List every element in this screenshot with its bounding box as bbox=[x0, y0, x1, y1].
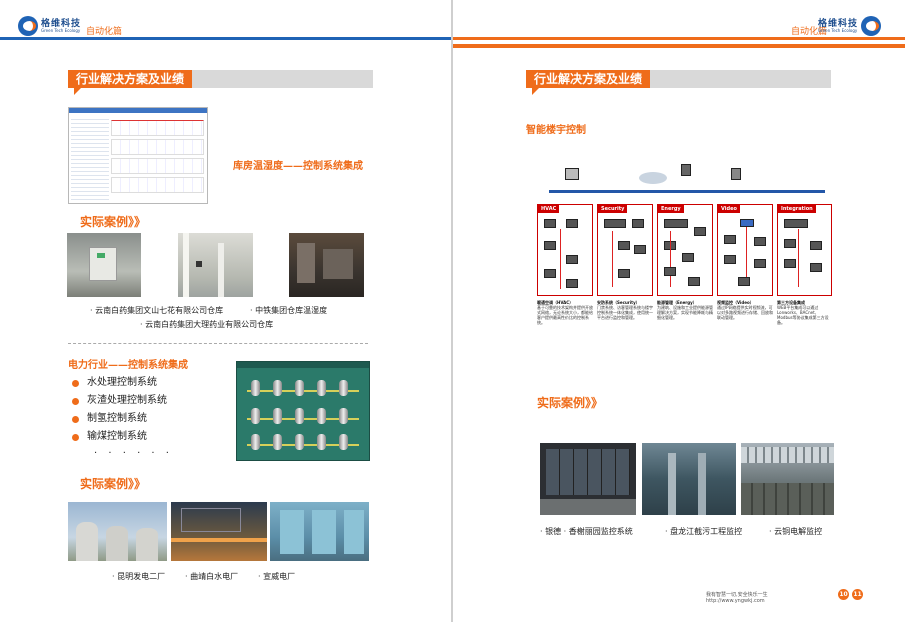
list-item: 制氢控制系统 bbox=[72, 410, 167, 428]
list-item: 输煤控制系统 bbox=[72, 428, 167, 446]
brand-logo-icon-right bbox=[861, 16, 882, 36]
hvac-module: HVAC bbox=[537, 204, 593, 296]
right-page: 自动化篇 格维科技 Green Tech Ecology 行业解决方案及业绩 智… bbox=[453, 0, 905, 622]
power-heading: 电力行业——控制系统集成 bbox=[68, 360, 188, 371]
building-network-diagram: HVAC Security Energy Video Integration 暖… bbox=[537, 158, 832, 343]
case-title-building: 实际案例》》 bbox=[537, 396, 604, 410]
warehouse-heading: 库房温湿度——控制系统集成 bbox=[233, 161, 363, 172]
power-plant-photo-2 bbox=[171, 502, 267, 561]
header-orange-rule-top bbox=[453, 37, 905, 40]
building-heading: 智能楼宇控制 bbox=[526, 125, 586, 136]
case-caption-2: · 盘龙江截污工程监控 bbox=[665, 527, 743, 536]
section-title-right: 行业解决方案及业绩 bbox=[526, 70, 651, 95]
energy-description: 能源管理（Energy） 为建筑、设施和工业提供能源管理解决方案，实现节能降耗与精… bbox=[657, 300, 713, 320]
header-orange-rule bbox=[453, 44, 905, 48]
network-backbone-line bbox=[549, 190, 825, 193]
integration-description: 第三方设备集成 WEB平台集成可以通过Lonworks、BACnet、Modbus… bbox=[777, 300, 829, 325]
warehouse-photo-1 bbox=[67, 233, 141, 297]
case-photo-copper-electrolysis bbox=[741, 443, 834, 515]
warehouse-photo-3 bbox=[289, 233, 364, 297]
case-caption-3: · 云铜电解监控 bbox=[769, 527, 823, 536]
case-title-warehouse: 实际案例》》 bbox=[80, 215, 147, 229]
warehouse-caption-3: · 云南白药集团大理药业有限公司仓库 bbox=[140, 320, 274, 329]
security-module: Security bbox=[597, 204, 653, 296]
power-plant-photo-1 bbox=[68, 502, 167, 561]
bullet-icon bbox=[72, 379, 79, 387]
integration-module: Integration bbox=[777, 204, 832, 296]
section-title-bar-right: 行业解决方案及业绩 bbox=[526, 70, 831, 95]
case-photo-monitoring-wall bbox=[540, 443, 636, 515]
section-title-bar: 行业解决方案及业绩 bbox=[68, 70, 373, 95]
brand-name-en-right: Green Tech Ecology bbox=[818, 27, 858, 33]
brand-logo-icon bbox=[18, 16, 38, 36]
monitoring-software-screenshot bbox=[68, 107, 208, 204]
laptop-icon bbox=[565, 168, 579, 180]
section-title: 行业解决方案及业绩 bbox=[68, 70, 193, 95]
power-caption-2: · 曲靖白水电厂 bbox=[185, 572, 239, 581]
bullet-icon bbox=[72, 397, 79, 405]
video-module: Video bbox=[717, 204, 773, 296]
footer-slogan: 我有智慧一切,安全快乐一生 bbox=[706, 592, 768, 598]
security-description: 安防系统（Security） 门禁系统、访客管理系统与楼宇控制系统一体化集成，使用… bbox=[597, 300, 653, 320]
brand-logo: 格维科技 Green Tech Ecology bbox=[18, 16, 81, 36]
warehouse-caption-2: · 中铁集团仓库温湿度 bbox=[250, 306, 328, 315]
internet-cloud-icon bbox=[639, 172, 667, 184]
power-caption-1: · 昆明发电二厂 bbox=[112, 572, 166, 581]
case-caption-1: · 银德 · 香榭丽园监控系统 bbox=[540, 527, 633, 536]
left-page: 格维科技 Green Tech Ecology 自动化篇 行业解决方案及业绩 库… bbox=[0, 0, 451, 622]
list-item: 水处理控制系统 bbox=[72, 374, 167, 392]
section-label: 自动化篇 bbox=[86, 27, 123, 37]
list-more-dots: · · · · · · bbox=[94, 448, 173, 459]
warehouse-photo-2 bbox=[178, 233, 253, 297]
warehouse-caption-1: · 云南白药集团文山七花有限公司仓库 bbox=[90, 306, 224, 315]
power-system-list: 水处理控制系统 灰渣处理控制系统 制氢控制系统 输煤控制系统 bbox=[72, 374, 167, 446]
energy-module: Energy bbox=[657, 204, 713, 296]
brand-name-en: Green Tech Ecology bbox=[41, 27, 81, 33]
video-description: 视频监控（Video） 通过IP网络提供实时视频流，可以对多路视频进行存储、回放和… bbox=[717, 300, 773, 320]
case-photo-river-interception bbox=[642, 443, 736, 515]
section-divider bbox=[68, 343, 368, 344]
mobile-device-icon bbox=[731, 168, 741, 180]
header-blue-rule bbox=[0, 37, 451, 40]
power-control-screenshot bbox=[236, 361, 370, 461]
case-title-power: 实际案例》》 bbox=[80, 477, 147, 491]
power-plant-photo-3 bbox=[270, 502, 369, 561]
server-icon bbox=[681, 164, 691, 176]
brand-logo-right: 格维科技 Green Tech Ecology bbox=[818, 16, 882, 36]
power-caption-3: · 宣威电厂 bbox=[258, 572, 296, 581]
bullet-icon bbox=[72, 433, 79, 441]
list-item: 灰渣处理控制系统 bbox=[72, 392, 167, 410]
footer-url[interactable]: http://www.yngwkj.com bbox=[706, 598, 765, 604]
page-number-left: 10 bbox=[838, 589, 849, 600]
bullet-icon bbox=[72, 415, 79, 423]
page-number-right: 11 bbox=[852, 589, 863, 600]
hvac-description: 暖通空调（HVAC） 基于可靠的技术架构并提供开放式网络，无论系统大小，都能给客户… bbox=[537, 300, 593, 325]
